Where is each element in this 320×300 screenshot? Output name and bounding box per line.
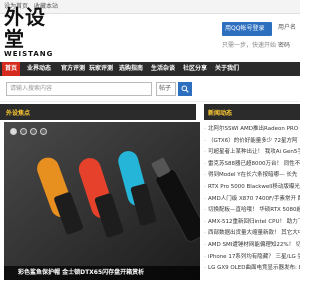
news-item[interactable]: 可超星者上某种出让！ 我攻Ai Gen5手机: [204, 147, 300, 159]
usb-drives-image: [4, 122, 200, 280]
news-item[interactable]: 切换配板—直哈哦！ 华硕RTX 5080超频: [204, 205, 300, 217]
nav-item-community[interactable]: 社区分享: [180, 62, 210, 76]
nav-item-industry[interactable]: 业界动态: [24, 62, 54, 76]
logo-cn: 外设堂: [4, 5, 46, 51]
featured-caption[interactable]: 彩色鲨鱼保护帽 金士顿DTX65闪存盘开箱赏析: [4, 266, 200, 280]
search-input[interactable]: 请输入搜索内容: [6, 82, 152, 96]
news-item[interactable]: 得到Model Y在长六条按暗哪— 长先: [204, 170, 300, 182]
slide-dot-2[interactable]: [20, 128, 27, 135]
nav-item-official-review[interactable]: 官方评测: [58, 62, 88, 76]
slide-dot-1[interactable]: [10, 128, 17, 135]
login-subtext: 只需一步，快速开始: [222, 42, 277, 49]
qq-login-button[interactable]: 用QQ帐号登录: [222, 22, 272, 36]
nav-item-player-review[interactable]: 玩家评测: [86, 62, 116, 76]
slide-dot-3[interactable]: [30, 128, 37, 135]
news-title: 新闻动态: [208, 110, 233, 117]
slide-dot-4[interactable]: [40, 128, 47, 135]
featured-photo[interactable]: [4, 122, 200, 280]
news-item[interactable]: AMD人门级 X870 7400F/手素常开 配: [204, 194, 300, 206]
news-item[interactable]: iPhone 17系列均有隐藏？ 三星/LG 强: [204, 252, 300, 264]
search-type-select[interactable]: 帖子: [156, 82, 176, 96]
username-link[interactable]: 用户名: [278, 22, 296, 31]
qq-login-label: 用QQ帐号登录: [225, 25, 265, 32]
featured-title: 外设焦点: [6, 110, 31, 117]
news-item[interactable]: 西部数据出货量大缩量新款！ 其它大中性: [204, 228, 300, 240]
news-item[interactable]: LG GX9 OLED曲面电竞显示器发布: 8: [204, 263, 300, 275]
nav-item-home[interactable]: 首页: [2, 62, 21, 76]
news-item[interactable]: 雷克苏S88器已超8000万台！ 同性不强: [204, 159, 300, 171]
nav-item-life[interactable]: 生活杂谈: [148, 62, 178, 76]
news-item[interactable]: 北阿尔SSWI AMD推出Radeon PRO W: [204, 124, 300, 136]
logo-en: WEISTANG: [4, 50, 54, 58]
news-item[interactable]: （GTX6）的价好能量多少 72星方阿: [204, 136, 300, 148]
news-list: 北阿尔SSWI AMD推出Radeon PRO W （GTX6）的价好能量多少 …: [204, 124, 300, 275]
nav-item-buying-guide[interactable]: 选购指南: [116, 62, 146, 76]
search-button[interactable]: [178, 82, 192, 96]
news-item[interactable]: RTX Pro 5000 Blackwell移动版曝光置新: [204, 182, 300, 194]
site-logo[interactable]: 外设堂 WEISTANG: [4, 6, 64, 58]
news-item[interactable]: AMX-512重新回归intel CPU！ 助力下代: [204, 217, 300, 229]
main-nav: 首页 业界动态 官方评测 玩家评测 选购指南 生活杂谈 社区分享 关于我们: [0, 62, 300, 76]
password-link[interactable]: 密码: [278, 40, 290, 49]
nav-item-about[interactable]: 关于我们: [212, 62, 242, 76]
news-item[interactable]: AMD SMI遭锤材网能偏理知22%！ 切: [204, 240, 300, 252]
search-icon: [181, 85, 189, 93]
